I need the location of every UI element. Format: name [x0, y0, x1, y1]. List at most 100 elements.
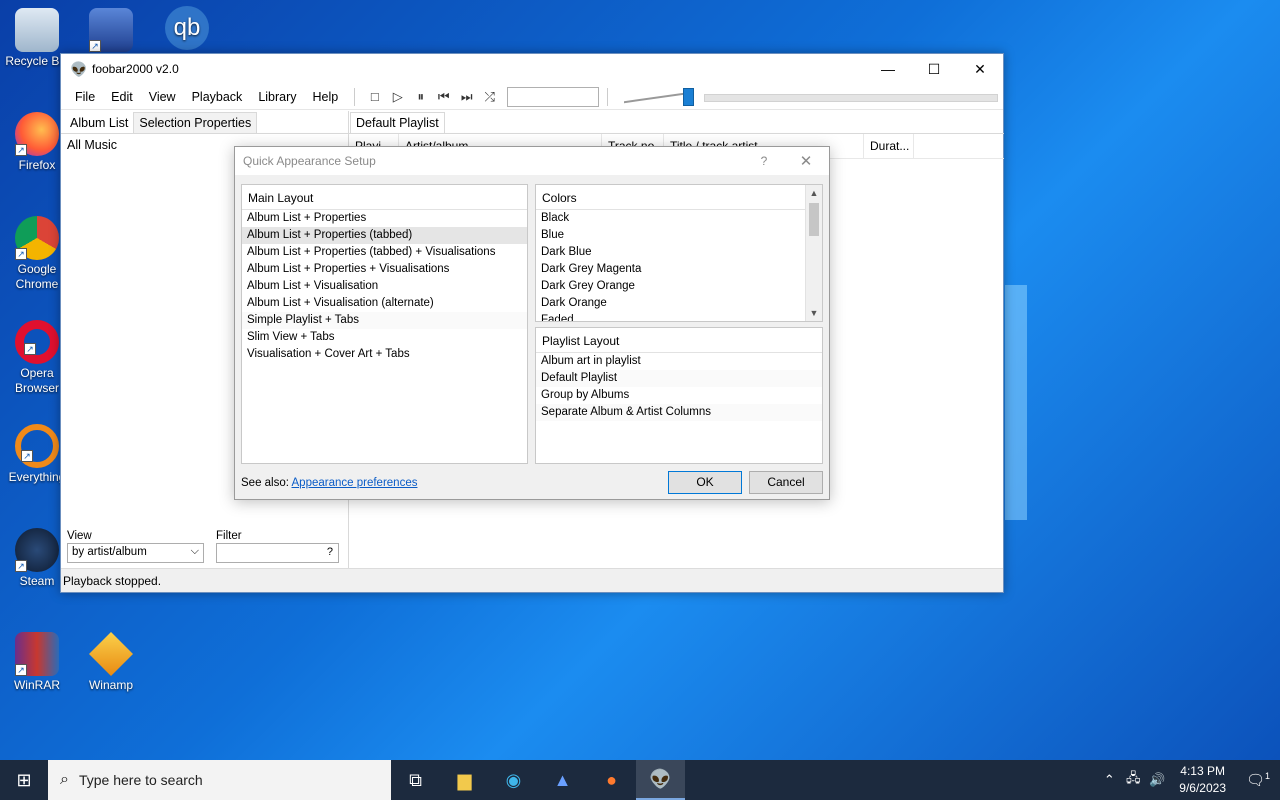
list-item[interactable]: Faded [536, 312, 822, 321]
foobar-taskbar-icon[interactable]: 👽 [636, 760, 685, 800]
play-icon[interactable]: ▷ [386, 86, 409, 108]
ok-button[interactable]: OK [668, 471, 742, 494]
qbittorrent-icon: qb [165, 6, 209, 50]
file-explorer-icon[interactable]: ▆ [440, 760, 489, 800]
view-dropdown[interactable]: by artist/album ⌵ [67, 543, 204, 563]
list-item[interactable]: Album List + Visualisation [242, 278, 527, 295]
list-item[interactable]: Separate Album & Artist Columns [536, 404, 822, 421]
playlist-layout-list[interactable]: Playlist Layout Album art in playlist De… [535, 327, 823, 464]
clock[interactable]: 4:13 PM 9/6/2023 [1169, 763, 1236, 797]
list-item[interactable]: Dark Blue [536, 244, 822, 261]
dialog-close-icon[interactable]: ✕ [783, 152, 829, 170]
firefox-icon: ↗ [15, 112, 59, 156]
maximize-button[interactable]: ☐ [911, 54, 957, 84]
firefox-icon[interactable]: ● [587, 760, 636, 800]
menu-help[interactable]: Help [305, 90, 347, 104]
list-item[interactable]: Slim View + Tabs [242, 329, 527, 346]
steam-icon: ↗ [15, 528, 59, 572]
everything-icon: ↗ [15, 424, 59, 468]
list-item[interactable]: Black [536, 210, 822, 227]
help-icon[interactable]: ? [745, 154, 783, 168]
tab-default-playlist[interactable]: Default Playlist [350, 112, 445, 133]
chevron-up-icon[interactable]: ⌃ [1097, 772, 1121, 788]
menu-edit[interactable]: Edit [103, 90, 141, 104]
playlist-layout-header[interactable]: Playlist Layout [536, 328, 822, 353]
menu-view[interactable]: View [141, 90, 184, 104]
search-icon: ⌕ [60, 771, 69, 788]
menu-playback[interactable]: Playback [184, 90, 251, 104]
desktop-icon-winamp[interactable]: Winamp [74, 632, 148, 693]
colors-list[interactable]: Colors Black Blue Dark Blue Dark Grey Ma… [535, 184, 823, 322]
list-item[interactable]: Dark Grey Orange [536, 278, 822, 295]
main-layout-header[interactable]: Main Layout [242, 185, 527, 210]
desktop-icon-qbittorrent[interactable]: qb [150, 6, 224, 52]
colors-scrollbar[interactable]: ▲ ▼ [805, 185, 822, 321]
list-item[interactable]: Album List + Properties (tabbed) + Visua… [242, 244, 527, 261]
scroll-up-icon[interactable]: ▲ [806, 185, 822, 201]
list-item[interactable]: Default Playlist [536, 370, 822, 387]
appearance-preferences-link[interactable]: Appearance preferences [292, 477, 418, 489]
seek-bar[interactable] [704, 94, 998, 102]
colors-header[interactable]: Colors [536, 185, 822, 210]
previous-icon[interactable]: ⏮ [432, 86, 455, 108]
list-item[interactable]: Album art in playlist [536, 353, 822, 370]
filter-label: Filter [216, 530, 242, 542]
menu-file[interactable]: File [67, 90, 103, 104]
list-item[interactable]: Album List + Properties + Visualisations [242, 261, 527, 278]
list-item[interactable]: Dark Orange [536, 295, 822, 312]
menu-library[interactable]: Library [250, 90, 304, 104]
main-layout-list[interactable]: Main Layout Album List + Properties Albu… [241, 184, 528, 464]
foobar-app-icon: 👽 [70, 61, 88, 77]
toolbar-separator [607, 87, 609, 106]
scrollbar-thumb[interactable] [809, 203, 819, 236]
see-also: See also: Appearance preferences [241, 477, 417, 489]
list-item[interactable]: Dark Grey Magenta [536, 261, 822, 278]
winrar-icon: ↗ [15, 632, 59, 676]
stop-icon[interactable]: □ [363, 86, 386, 108]
tab-album-list[interactable]: Album List [64, 112, 135, 133]
list-item[interactable]: Simple Playlist + Tabs [242, 312, 527, 329]
list-item[interactable]: Album List + Properties [242, 210, 527, 227]
dialog-title-bar[interactable]: Quick Appearance Setup ? ✕ [235, 147, 829, 175]
quick-appearance-dialog: Quick Appearance Setup ? ✕ Main Layout A… [234, 146, 830, 500]
clock-time: 4:13 PM [1180, 764, 1225, 778]
app-icon[interactable]: ▲ [538, 760, 587, 800]
scroll-down-icon[interactable]: ▼ [806, 305, 822, 321]
volume-icon[interactable]: 🔊 [1145, 772, 1169, 788]
clock-date: 9/6/2023 [1179, 781, 1226, 795]
notifications-icon[interactable]: 🗨1 [1236, 771, 1280, 789]
volume-thumb[interactable] [683, 87, 695, 106]
list-item[interactable]: Visualisation + Cover Art + Tabs [242, 346, 527, 363]
chrome-icon: ↗ [15, 216, 59, 260]
column-duration[interactable]: Durat... [864, 134, 914, 158]
window-title: foobar2000 v2.0 [92, 62, 179, 76]
list-item[interactable]: Group by Albums [536, 387, 822, 404]
random-icon[interactable]: ⤮ [478, 86, 501, 108]
desktop-icon-network[interactable]: ↗ [74, 8, 148, 54]
filter-input[interactable]: ? [216, 543, 339, 563]
windows-start-icon[interactable]: ⊞ [0, 760, 48, 800]
minimize-button[interactable]: — [865, 54, 911, 84]
winamp-icon [89, 632, 133, 676]
desktop-icon-winrar[interactable]: ↗ WinRAR [0, 632, 74, 693]
list-item[interactable]: Blue [536, 227, 822, 244]
search-placeholder: Type here to search [78, 772, 203, 788]
close-button[interactable]: ✕ [957, 54, 1003, 84]
list-item[interactable]: Album List + Visualisation (alternate) [242, 295, 527, 312]
system-tray: ⌃ 🖧 🔊 4:13 PM 9/6/2023 🗨1 [1097, 763, 1280, 797]
pause-icon[interactable]: ⏸ [409, 86, 432, 108]
volume-slider[interactable] [622, 87, 695, 107]
tab-selection-properties[interactable]: Selection Properties [133, 112, 258, 133]
cancel-button[interactable]: Cancel [749, 471, 823, 494]
see-also-label: See also: [241, 477, 289, 489]
title-bar[interactable]: 👽 foobar2000 v2.0 — ☐ ✕ [61, 54, 1003, 84]
network-icon[interactable]: 🖧 [1121, 769, 1145, 791]
filter-help-icon[interactable]: ? [327, 546, 333, 558]
task-view-icon[interactable]: ⧉ [391, 760, 440, 800]
toolbar-separator [354, 87, 356, 106]
next-icon[interactable]: ⏭ [455, 86, 478, 108]
taskbar-search-box[interactable]: ⌕ Type here to search [48, 760, 391, 800]
list-item[interactable]: Album List + Properties (tabbed) [242, 227, 527, 244]
edge-icon[interactable]: ◉ [489, 760, 538, 800]
seek-box[interactable] [507, 86, 600, 107]
